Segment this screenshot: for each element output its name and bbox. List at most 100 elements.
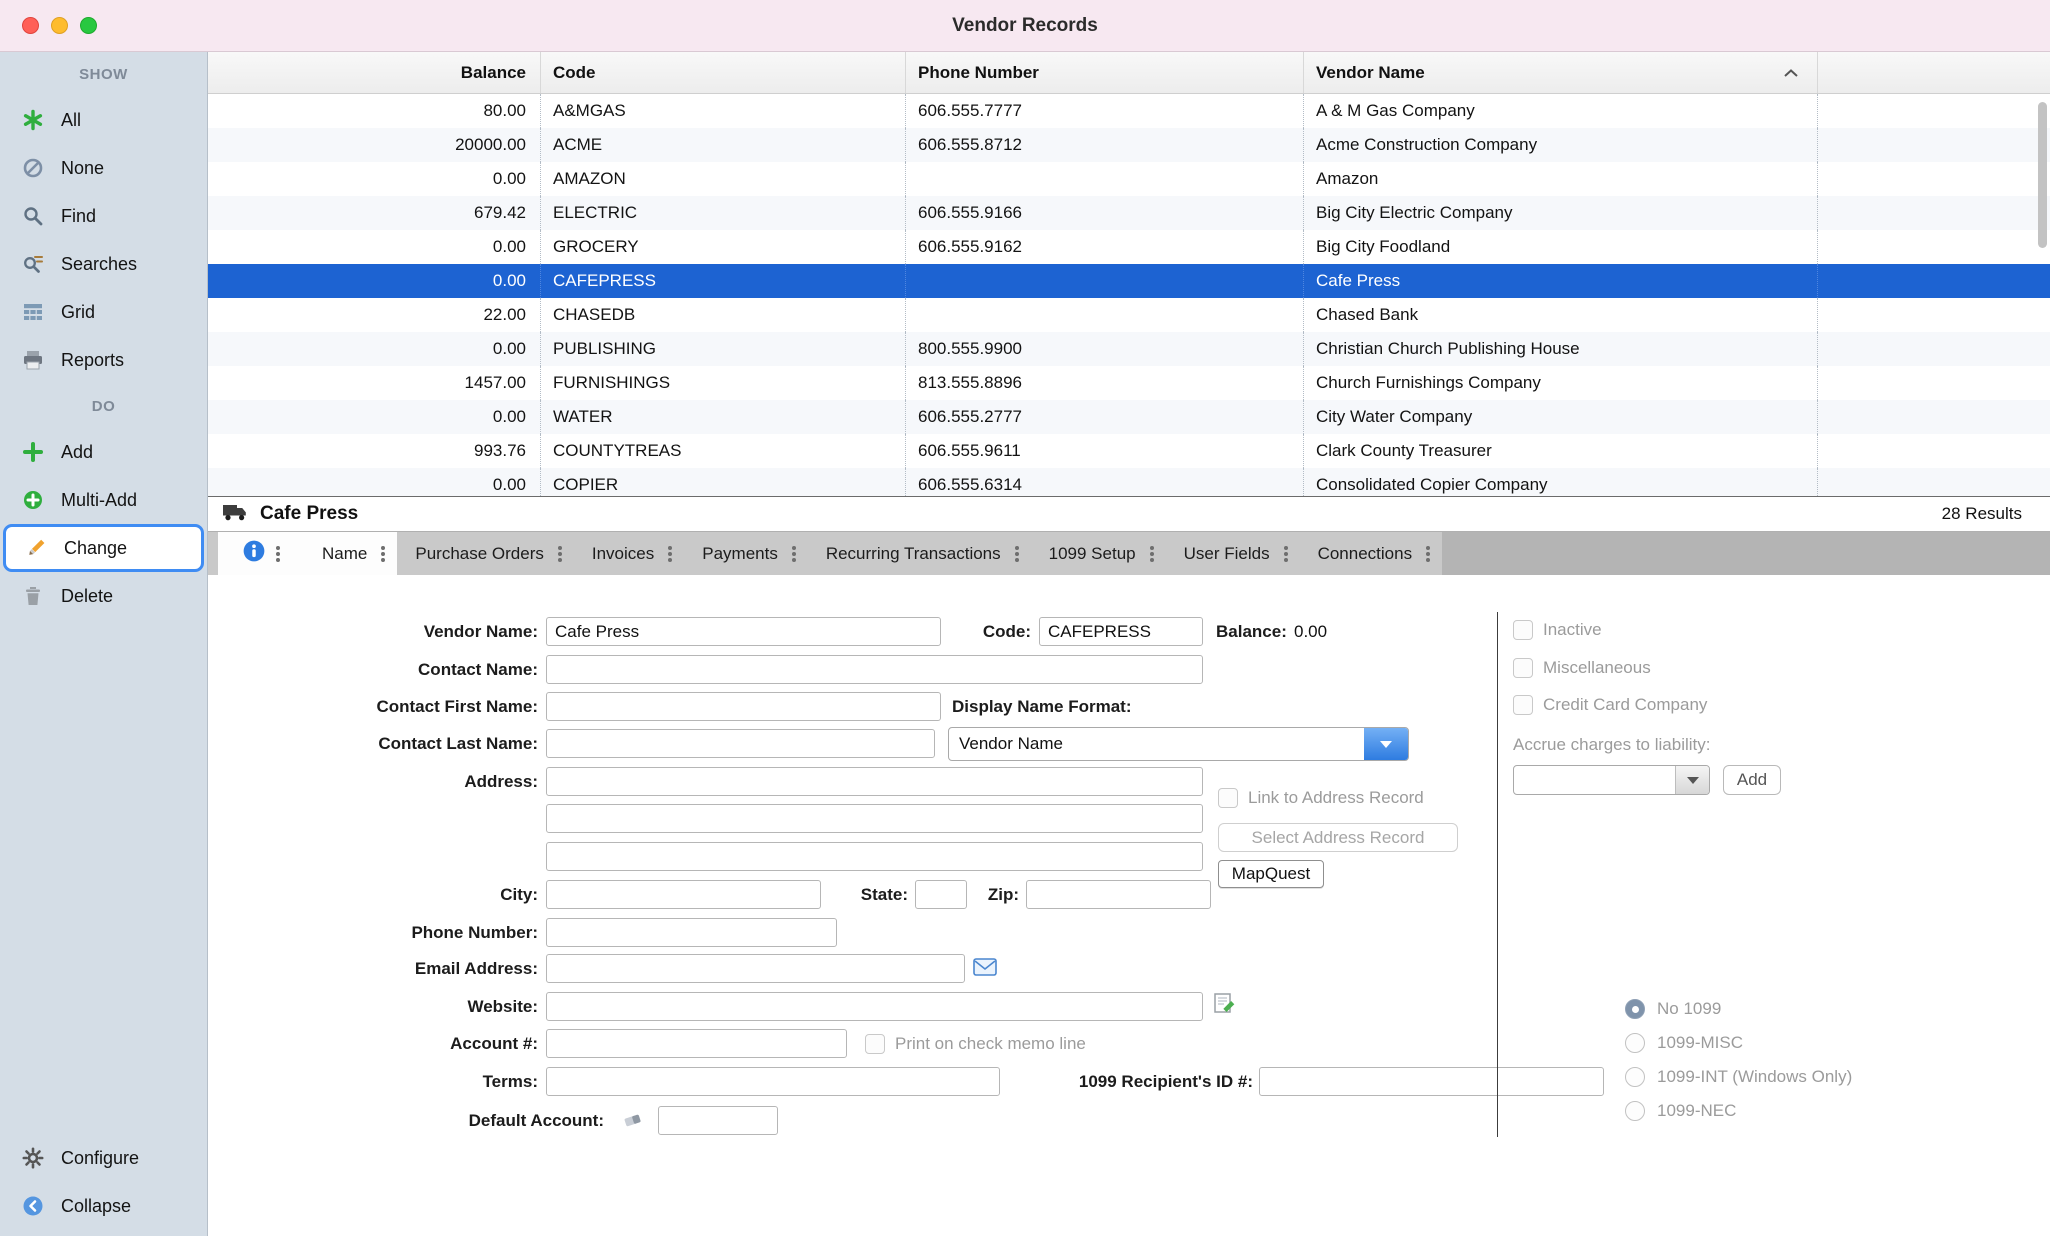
zoom-window-button[interactable] (80, 17, 97, 34)
table-row[interactable]: 679.42ELECTRIC606.555.9166Big City Elect… (208, 196, 2050, 230)
terms-field[interactable] (546, 1067, 1000, 1096)
contact-name-field[interactable] (546, 655, 1203, 684)
credit-card-company-checkbox[interactable]: Credit Card Company (1513, 694, 1707, 716)
table-row[interactable]: 0.00COPIER606.555.6314Consolidated Copie… (208, 468, 2050, 496)
sidebar-item-multi-add[interactable]: Multi-Add (0, 476, 207, 524)
column-header-phone[interactable]: Phone Number (905, 52, 1303, 93)
accrue-liability-label: Accrue charges to liability: (1513, 735, 1710, 755)
info-button[interactable] (218, 532, 304, 575)
radio-button[interactable] (1625, 1067, 1645, 1087)
multi-add-icon (20, 487, 46, 513)
select-address-record-button[interactable]: Select Address Record (1218, 823, 1458, 852)
grid-icon (20, 299, 46, 325)
sidebar-item-add[interactable]: Add (0, 428, 207, 476)
sidebar-item-find[interactable]: Find (0, 192, 207, 240)
table-row[interactable]: 1457.00FURNISHINGS813.555.8896Church Fur… (208, 366, 2050, 400)
sidebar-item-delete[interactable]: Delete (0, 572, 207, 620)
radio-button[interactable] (1625, 1033, 1645, 1053)
compose-email-button[interactable] (972, 955, 1000, 983)
tab-connections[interactable]: Connections (1300, 532, 1443, 575)
accrue-liability-dropdown[interactable] (1513, 765, 1710, 795)
radio-button[interactable] (1625, 999, 1645, 1019)
radio-1099-misc[interactable]: 1099-MISC (1625, 1032, 1743, 1054)
tab-user-fields[interactable]: User Fields (1166, 532, 1300, 575)
table-row[interactable]: 0.00PUBLISHING800.555.9900Christian Chur… (208, 332, 2050, 366)
contact-last-name-field[interactable] (546, 729, 935, 758)
sidebar-item-label: All (61, 110, 81, 131)
default-account-field[interactable] (658, 1106, 778, 1135)
tab-1099-setup[interactable]: 1099 Setup (1031, 532, 1166, 575)
recipient-id-field[interactable] (1259, 1067, 1604, 1096)
radio-1099-nec[interactable]: 1099-NEC (1625, 1100, 1736, 1122)
address-line1-field[interactable] (546, 767, 1203, 796)
sidebar-item-label: Change (64, 538, 127, 559)
mapquest-button[interactable]: MapQuest (1218, 860, 1324, 888)
table-row[interactable]: 80.00A&MGAS606.555.7777A & M Gas Company (208, 94, 2050, 128)
table-row[interactable]: 20000.00ACME606.555.8712Acme Constructio… (208, 128, 2050, 162)
address-line3-field[interactable] (546, 842, 1203, 871)
table-row[interactable]: 22.00CHASEDBChased Bank (208, 298, 2050, 332)
open-website-button[interactable] (1211, 991, 1239, 1019)
accrue-add-button[interactable]: Add (1723, 765, 1781, 795)
sidebar-item-grid[interactable]: Grid (0, 288, 207, 336)
address-line2-field[interactable] (546, 804, 1203, 833)
column-header-vendor-name[interactable]: Vendor Name (1303, 52, 1817, 93)
sidebar-item-change[interactable]: Change (3, 524, 204, 572)
contact-first-name-field[interactable] (546, 692, 941, 721)
column-header-code[interactable]: Code (540, 52, 905, 93)
sidebar-item-all[interactable]: All (0, 96, 207, 144)
sidebar-item-searches[interactable]: Searches (0, 240, 207, 288)
column-header-balance[interactable]: Balance (208, 52, 540, 93)
table-row[interactable]: 0.00WATER606.555.2777City Water Company (208, 400, 2050, 434)
account-number-field[interactable] (546, 1029, 847, 1058)
dropdown-arrow-button[interactable] (1364, 728, 1408, 760)
tab-invoices[interactable]: Invoices (574, 532, 684, 575)
pencil-icon (23, 535, 49, 561)
default-account-label: Default Account: (304, 1106, 604, 1135)
table-row[interactable]: 0.00GROCERY606.555.9162Big City Foodland (208, 230, 2050, 264)
tab-name[interactable]: Name (304, 532, 397, 575)
scrollbar-thumb[interactable] (2038, 102, 2047, 248)
table-row-selected[interactable]: 0.00CAFEPRESSCafe Press (208, 264, 2050, 298)
inactive-checkbox[interactable]: Inactive (1513, 619, 1602, 641)
print-memo-checkbox[interactable]: Print on check memo line (865, 1033, 1086, 1055)
email-address-field[interactable] (546, 954, 965, 983)
radio-no-1099[interactable]: No 1099 (1625, 998, 1721, 1020)
default-account-lookup-button[interactable] (620, 1108, 648, 1136)
tab-payments[interactable]: Payments (684, 532, 808, 575)
checkbox-box[interactable] (1218, 788, 1238, 808)
radio-1099-int[interactable]: 1099-INT (Windows Only) (1625, 1066, 1852, 1088)
checkbox-box[interactable] (1513, 695, 1533, 715)
vendor-name-field[interactable] (546, 617, 941, 646)
minimize-window-button[interactable] (51, 17, 68, 34)
table-row[interactable]: 0.00AMAZONAmazon (208, 162, 2050, 196)
sidebar-item-configure[interactable]: Configure (0, 1134, 207, 1182)
website-field[interactable] (546, 992, 1203, 1021)
dropdown-arrow-button[interactable] (1675, 766, 1709, 794)
tab-purchase-orders[interactable]: Purchase Orders (397, 532, 574, 575)
phone-number-field[interactable] (546, 918, 837, 947)
checkbox-box[interactable] (865, 1034, 885, 1054)
table-row[interactable]: 993.76COUNTYTREAS606.555.9611Clark Count… (208, 434, 2050, 468)
checkbox-box[interactable] (1513, 620, 1533, 640)
tab-handle-icon (1150, 552, 1154, 556)
titlebar: Vendor Records (0, 0, 2050, 52)
checkbox-box[interactable] (1513, 658, 1533, 678)
radio-button[interactable] (1625, 1101, 1645, 1121)
sidebar-item-collapse[interactable]: Collapse (0, 1182, 207, 1230)
display-name-format-dropdown[interactable]: Vendor Name (948, 727, 1409, 761)
sidebar-item-reports[interactable]: Reports (0, 336, 207, 384)
zip-field[interactable] (1026, 880, 1211, 909)
city-field[interactable] (546, 880, 821, 909)
vertical-scrollbar[interactable] (2035, 94, 2050, 496)
close-window-button[interactable] (22, 17, 39, 34)
sidebar-item-none[interactable]: None (0, 144, 207, 192)
code-field[interactable] (1039, 617, 1203, 646)
radio-label: 1099-MISC (1657, 1033, 1743, 1053)
tab-strip: Name Purchase Orders Invoices Payments R… (208, 531, 2050, 575)
traffic-lights (22, 17, 97, 34)
link-address-record-checkbox[interactable]: Link to Address Record (1218, 787, 1424, 809)
miscellaneous-checkbox[interactable]: Miscellaneous (1513, 657, 1651, 679)
column-header-label: Vendor Name (1316, 63, 1425, 83)
tab-recurring-transactions[interactable]: Recurring Transactions (808, 532, 1031, 575)
